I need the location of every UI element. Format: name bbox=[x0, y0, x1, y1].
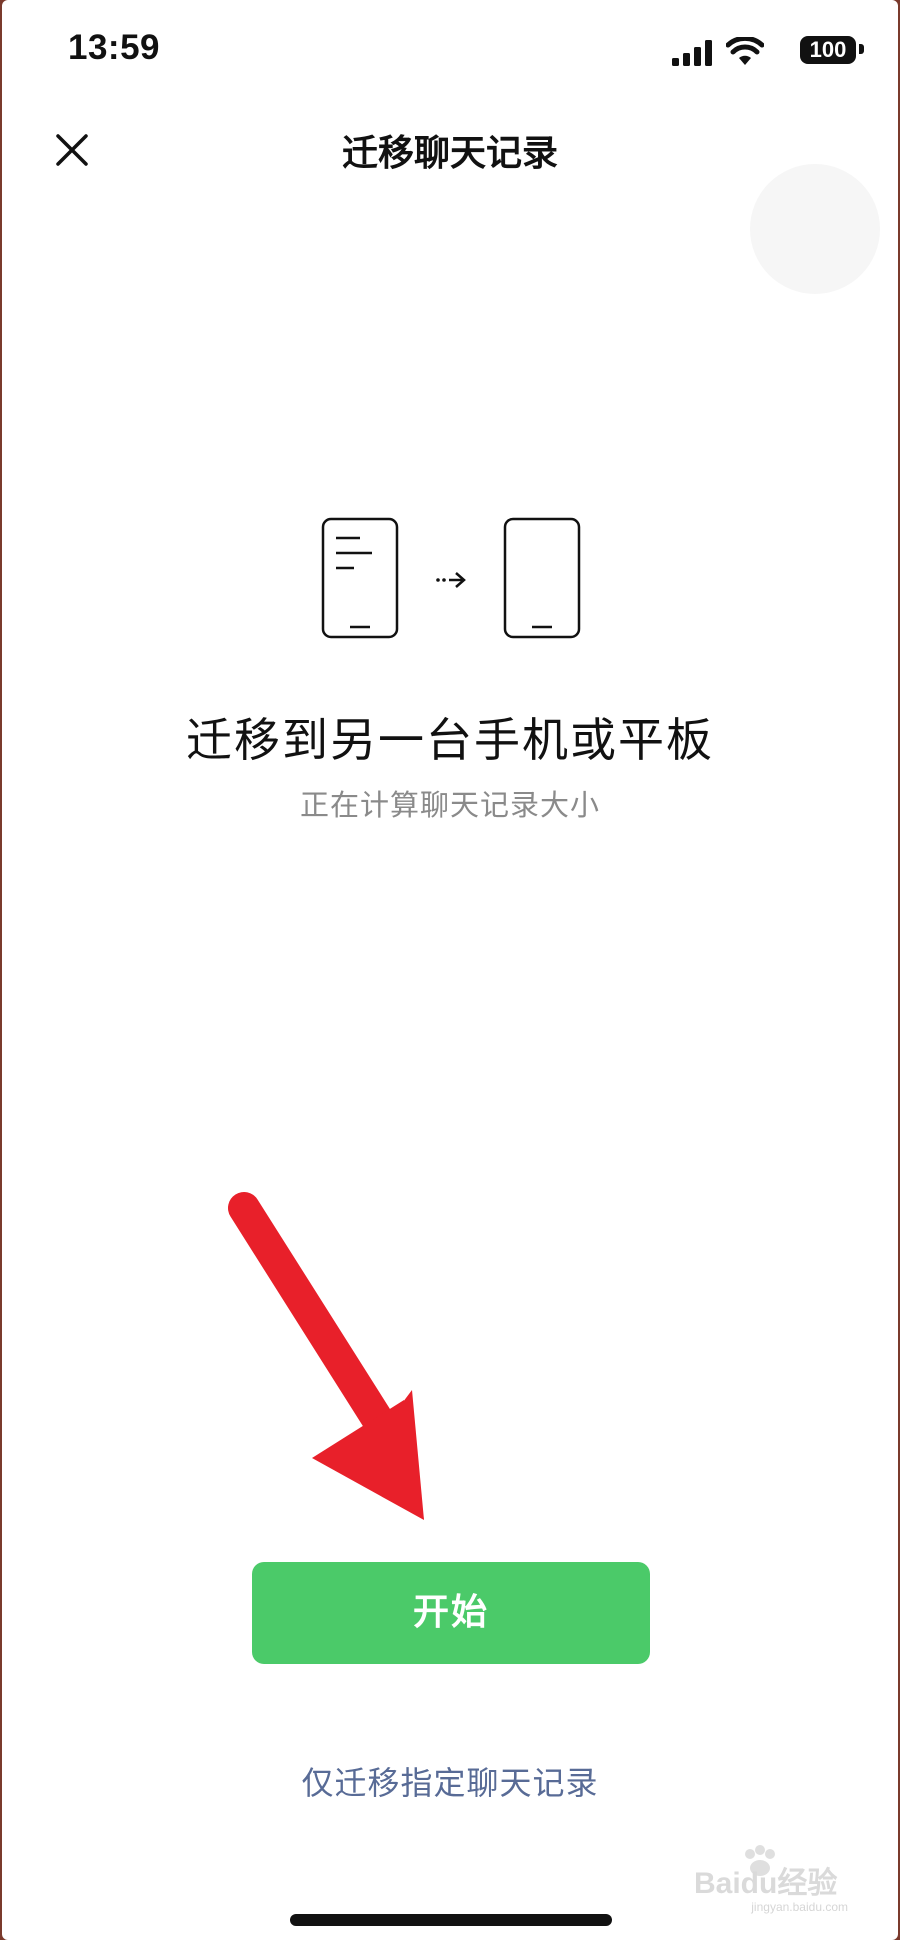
baidu-watermark: Baidu经验 bbox=[694, 1845, 854, 1900]
watermark-url: jingyan.baidu.com bbox=[751, 1900, 848, 1914]
partial-migrate-link[interactable]: 仅迁移指定聊天记录 bbox=[2, 1758, 898, 1804]
red-arrow-icon bbox=[228, 1192, 424, 1520]
watermark-text: Baidu经验 bbox=[694, 1867, 838, 1900]
dotted-arrow-icon bbox=[436, 572, 466, 588]
status-time: 13:59 bbox=[68, 28, 161, 67]
home-indicator bbox=[290, 1914, 612, 1926]
page-title: 迁移聊天记录 bbox=[341, 133, 558, 174]
start-button[interactable]: 开始 bbox=[252, 1562, 650, 1664]
migration-headline: 迁移到另一台手机或平板 bbox=[186, 713, 714, 767]
battery-level: 100 bbox=[809, 37, 847, 62]
source-phone-icon bbox=[321, 517, 399, 639]
battery-icon: 100 bbox=[800, 36, 856, 64]
signal-icon bbox=[672, 40, 712, 66]
migration-illustration bbox=[321, 517, 581, 639]
wifi-icon bbox=[726, 37, 764, 65]
calculating-status: 正在计算聊天记录大小 bbox=[299, 788, 600, 822]
battery-nub bbox=[859, 44, 864, 54]
target-phone-icon bbox=[503, 517, 581, 639]
status-icons: 100 bbox=[644, 34, 864, 68]
floating-bubble bbox=[750, 164, 880, 294]
phone-screen: 13:59 100 迁移聊天记录 迁移到另一台手机或平板 正在计算聊天记录大小 … bbox=[2, 0, 898, 1940]
